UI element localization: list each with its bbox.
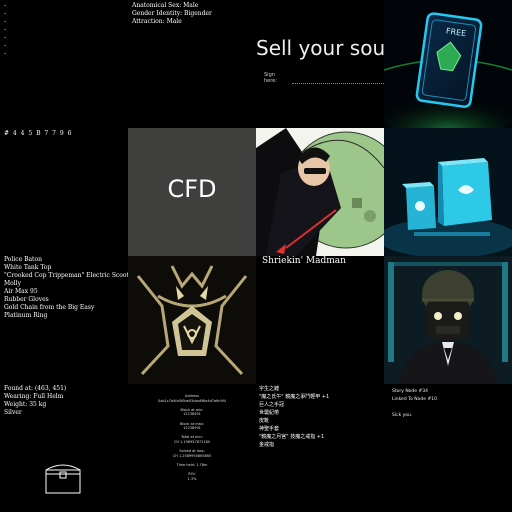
cn-item-line: 神聖手套 [259, 426, 280, 432]
roi-value: 1.3% [187, 476, 197, 481]
item-line: "Crooked Cop Trippeman" Electric Scooter… [4, 272, 128, 279]
soldier-portrait-tile [384, 256, 512, 384]
story-node-id: Story Node #34 [392, 389, 428, 394]
dots-tile: · · · · · · · [0, 0, 128, 128]
sign-label: Sign here: [264, 72, 277, 84]
soul-title: Sell your sou [256, 36, 384, 60]
chest-icon[interactable] [45, 460, 81, 494]
item-line: Rubber Gloves [4, 296, 49, 303]
helmet-soldier-art [384, 256, 512, 384]
cn-item-line: "魔之氏午" 鏡魔之爭鬥輕甲 +1 [259, 394, 330, 400]
serial-number: # 4 4 5 B 7 7 9 6 [4, 130, 73, 137]
cn-item-line: 世襲紀帶 [259, 410, 280, 416]
cn-item-line: "鏡魔之月宮" 技魔之戒指 +1 [259, 434, 325, 440]
found-tile: Found at: (463, 451) Wearing: Full Helm … [0, 384, 128, 512]
madman-title: Shriekin' Madman [262, 256, 346, 266]
items-tile: Police Baton White Tank Top "Crooked Cop… [0, 256, 128, 384]
item-line: Platinum Ring [4, 312, 48, 319]
cfd-tile: CFD [128, 128, 256, 256]
golden-crest-tile [128, 256, 256, 384]
story-node-tile: Story Node #34 Linked To Node #10 Sick y… [384, 384, 512, 512]
linked-node[interactable]: Linked To Node #10 [392, 396, 437, 404]
cyan-box-tile [384, 128, 512, 256]
identity-tile: Anatomical Sex: Male Gender Identity: Bi… [128, 0, 256, 128]
item-line: Gold Chain from the Big Easy [4, 304, 95, 311]
item-line: Police Baton [4, 256, 42, 263]
golden-crest-art [128, 256, 256, 384]
address-tile: Address 0xb1c7b4fa5f0be03cba8f6a4d7a6c9f… [128, 384, 256, 512]
cyan-box-art [384, 128, 512, 256]
dot: · [3, 18, 8, 26]
gender-identity: Gender Identity: Bigender [132, 10, 212, 17]
madman-title-tile: Shriekin' Madman [256, 256, 384, 384]
dot: · [3, 42, 8, 50]
free-card-tile: FREE [384, 0, 512, 128]
item-line: White Tank Top [4, 264, 52, 271]
soul-contract-tile: Sell your sou Sign here: [256, 0, 384, 128]
number-tile: # 4 4 5 B 7 7 9 6 [0, 128, 128, 256]
material: Silver [4, 409, 22, 416]
free-card-art: FREE [384, 0, 512, 128]
dot: · [3, 2, 8, 10]
attraction: Attraction: Male [132, 18, 182, 25]
signature-line[interactable] [292, 78, 384, 84]
madman-art-tile [256, 128, 384, 256]
story-text: Sick you. [392, 413, 413, 418]
cn-item-line: 巨人之手冠 [259, 402, 285, 408]
dot: · [3, 10, 8, 18]
item-line: Air Max 95 [4, 288, 38, 295]
anatomical-sex: Anatomical Sex: Male [132, 2, 199, 9]
agent-illustration [256, 128, 384, 256]
dot: · [3, 50, 8, 58]
cn-item-line: 金戒指 [259, 442, 275, 448]
weight: Weight: 35 kg [4, 401, 47, 408]
found-location: Found at: (463, 451) [4, 385, 67, 392]
wearing: Wearing: Full Helm [4, 393, 64, 400]
cfd-label: CFD [167, 175, 217, 203]
item-line: Molly [4, 280, 21, 287]
cn-item-line: 皮靴 [259, 418, 270, 424]
dot: · [3, 34, 8, 42]
cn-item-line: 字生之錘 [259, 386, 280, 392]
chinese-items-tile: 字生之錘 "魔之氏午" 鏡魔之爭鬥輕甲 +1 巨人之手冠 世襲紀帶 皮靴 神聖手… [256, 384, 384, 512]
dot: · [3, 26, 8, 34]
